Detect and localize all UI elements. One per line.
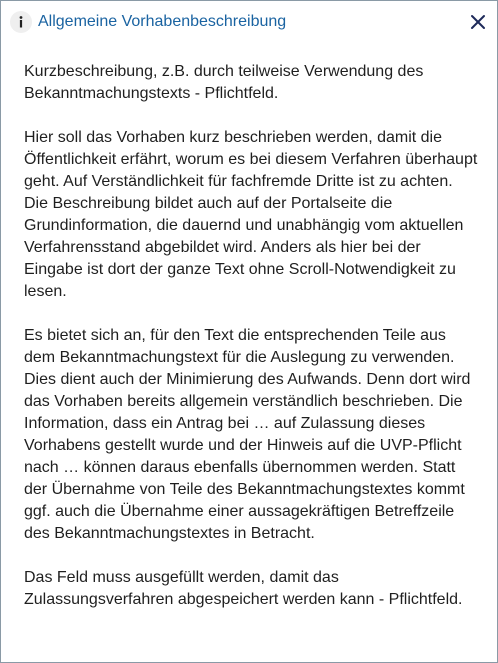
dialog-title: Allgemeine Vorhabenbeschreibung: [38, 13, 287, 30]
help-dialog: Allgemeine Vorhabenbeschreibung Kurzbesc…: [0, 0, 498, 663]
paragraph-required: Das Feld muss ausgefüllt werden, damit d…: [24, 569, 463, 608]
paragraph-summary: Kurzbeschreibung, z.B. durch teilweise V…: [24, 63, 424, 102]
info-icon: [10, 11, 32, 33]
paragraph-recommendation: Es bietet sich an, für den Text die ents…: [24, 327, 471, 542]
close-button[interactable]: [469, 13, 487, 31]
dialog-header: Allgemeine Vorhabenbeschreibung: [1, 1, 497, 44]
paragraph-purpose: Hier soll das Vorhaben kurz beschrieben …: [24, 129, 478, 300]
close-icon: [471, 15, 485, 29]
dialog-body: Kurzbeschreibung, z.B. durch teilweise V…: [24, 61, 480, 611]
